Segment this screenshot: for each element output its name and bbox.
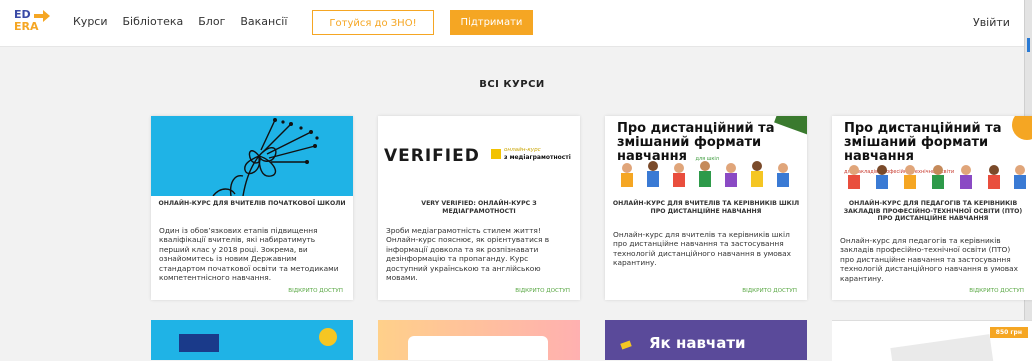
course-card-distance-schools[interactable]: Про дистанційний та змішаний формати нав… [605, 116, 807, 300]
card-description: Зроби медіаграмотність стилем життя! Онл… [386, 226, 550, 283]
course-card-row2-3[interactable]: Як навчати [605, 320, 807, 360]
card-title: Онлайн-курс для вчителів початкової школ… [158, 200, 346, 207]
promo-title-text: Про дистанційний та змішаний формати нав… [844, 121, 1002, 164]
main-nav: Курси Бібліотека Блог Вакансії [73, 15, 287, 28]
course-card-row2-1[interactable] [151, 320, 353, 360]
card-image-flower [151, 116, 353, 196]
card-title: Як навчати [649, 334, 746, 352]
corner-decor-icon [774, 116, 807, 137]
card-image-verified: VERIFIED онлайн-курс з медіаграмотності [378, 116, 580, 196]
card-image-distance-vocational: Про дистанційний та змішаний формати нав… [832, 116, 1032, 196]
edera-logo[interactable]: ED ERA [14, 9, 54, 39]
card-access-link[interactable]: Відкрито доступ [742, 288, 797, 294]
pencil-icon [620, 340, 632, 350]
card-title: Very Verified: онлайн-курс з медіаграмот… [421, 200, 537, 215]
corner-decor-icon [1012, 116, 1032, 140]
logo-line-2: ERA [14, 20, 39, 33]
card-title: Онлайн-курс для вчителів та керівників ш… [612, 200, 800, 215]
card-description: Один із обов’язкових етапів підвищення к… [159, 226, 339, 283]
card-description: Онлайн-курс для вчителів та керівників ш… [613, 230, 792, 268]
scrollbar-marker [1027, 38, 1030, 52]
card-art-shape [179, 334, 219, 352]
people-illustration-icon [848, 165, 1026, 189]
verified-tag-2: з медіаграмотності [504, 154, 571, 161]
people-illustration-icon [621, 161, 789, 187]
support-button[interactable]: Підтримати [450, 10, 533, 35]
course-card-very-verified[interactable]: VERIFIED онлайн-курс з медіаграмотності … [378, 116, 580, 300]
card-access-link[interactable]: Відкрито доступ [969, 288, 1024, 294]
nav-item-courses[interactable]: Курси [73, 15, 108, 28]
verified-badge-icon [491, 149, 501, 159]
course-card-row2-4[interactable]: 850 грн [832, 320, 1032, 361]
course-card-row2-2[interactable] [378, 320, 580, 360]
card-description: Онлайн-курс для педагогів та керівників … [840, 236, 1019, 283]
login-link[interactable]: Увійти [973, 16, 1010, 29]
nav-item-blog[interactable]: Блог [198, 15, 225, 28]
card-title: Онлайн-курс для педагогів та керівників … [843, 200, 1023, 222]
price-badge: 850 грн [989, 327, 1028, 338]
card-image-distance-schools: Про дистанційний та змішаний формати нав… [605, 116, 807, 196]
nav-item-vacancies[interactable]: Вакансії [240, 15, 287, 28]
card-access-link[interactable]: Відкрито доступ [515, 288, 570, 294]
course-card-distance-vocational[interactable]: Про дистанційний та змішаний формати нав… [832, 116, 1032, 300]
card-art-shape [890, 334, 994, 361]
nav-item-library[interactable]: Бібліотека [123, 15, 184, 28]
course-card-primary-school[interactable]: Онлайн-курс для вчителів початкової школ… [151, 116, 353, 300]
verified-tag-1: онлайн-курс [504, 147, 541, 153]
section-title: ВСІ КУРСИ [479, 79, 545, 90]
card-art-shape [319, 328, 337, 346]
card-access-link[interactable]: Відкрито доступ [288, 288, 343, 294]
logo-arrow-icon [34, 10, 50, 22]
top-navbar: ED ERA Курси Бібліотека Блог Вакансії Го… [0, 0, 1024, 47]
verified-logo: VERIFIED [384, 146, 480, 166]
flower-illustration-icon [212, 118, 319, 196]
card-art-shape [408, 336, 548, 360]
zno-button[interactable]: Готуйся до ЗНО! [312, 10, 434, 35]
